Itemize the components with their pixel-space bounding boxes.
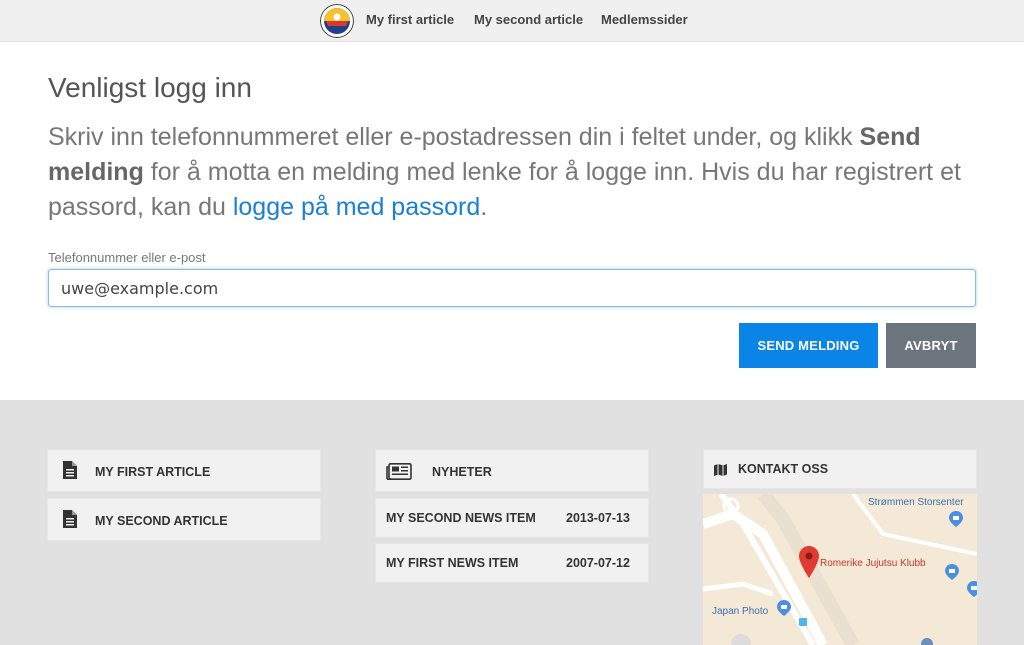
location-pin-icon[interactable] xyxy=(799,546,819,578)
map-label-storsenter: Strømmen Storsenter xyxy=(868,497,964,508)
top-nav: My first article My second article Medle… xyxy=(0,0,1024,42)
news-header[interactable]: NYHETER xyxy=(375,449,649,492)
send-message-button[interactable]: SEND MELDING xyxy=(739,323,878,368)
shopping-pin-icon[interactable] xyxy=(967,581,977,597)
intro-text-end: . xyxy=(480,193,488,221)
nav-link-medlemssider[interactable]: Medlemssider xyxy=(601,12,688,27)
news-item[interactable]: MY SECOND NEWS ITEM 2013-07-13 xyxy=(375,498,649,538)
news-item[interactable]: MY FIRST NEWS ITEM 2007-07-12 xyxy=(375,543,649,583)
page-title: Venligst logg inn xyxy=(48,72,252,103)
map-pin-icon[interactable] xyxy=(921,638,933,645)
contact-map[interactable]: Strømmen Storsenter Romerike Jujutsu Klu… xyxy=(703,494,977,645)
intro-text-part2: for å motta en melding med lenke for å l… xyxy=(48,158,961,221)
contact-heading: KONTAKT OSS xyxy=(738,462,829,476)
newspaper-icon xyxy=(386,463,412,480)
map-label-klubb: Romerike Jujutsu Klubb xyxy=(820,558,926,569)
footer-article-second[interactable]: MY SECOND ARTICLE xyxy=(47,498,321,541)
camera-pin-icon[interactable] xyxy=(777,600,791,616)
news-item-title: MY FIRST NEWS ITEM xyxy=(386,556,519,570)
news-heading: NYHETER xyxy=(432,465,492,479)
footer-article-first[interactable]: MY FIRST ARTICLE xyxy=(47,449,321,492)
document-icon xyxy=(63,510,77,528)
shopping-pin-icon[interactable] xyxy=(949,511,963,527)
map-icon xyxy=(714,464,727,476)
club-logo[interactable] xyxy=(320,4,354,38)
news-item-date: 2007-07-12 xyxy=(566,556,630,570)
phone-or-email-input[interactable] xyxy=(48,269,976,307)
intro-text-part1: Skriv inn telefonnummeret eller e-postad… xyxy=(48,123,860,151)
document-icon xyxy=(63,461,77,479)
footer-article-label: MY FIRST ARTICLE xyxy=(95,465,211,479)
map-roads xyxy=(703,494,977,645)
login-with-password-link[interactable]: logge på med passord xyxy=(233,193,480,221)
footer-article-label: MY SECOND ARTICLE xyxy=(95,514,228,528)
nav-link-my-second-article[interactable]: My second article xyxy=(474,12,583,27)
map-label-japan-photo: Japan Photo xyxy=(712,606,769,617)
contact-header[interactable]: KONTAKT OSS xyxy=(703,449,977,489)
login-instructions: Skriv inn telefonnummeret eller e-postad… xyxy=(48,120,988,225)
cancel-button[interactable]: AVBRYT xyxy=(886,323,976,368)
news-item-title: MY SECOND NEWS ITEM xyxy=(386,511,536,525)
shopping-pin-icon[interactable] xyxy=(945,564,959,580)
phone-or-email-label: Telefonnummer eller e-post xyxy=(48,250,206,265)
nav-link-my-first-article[interactable]: My first article xyxy=(366,12,454,27)
news-item-date: 2013-07-13 xyxy=(566,511,630,525)
